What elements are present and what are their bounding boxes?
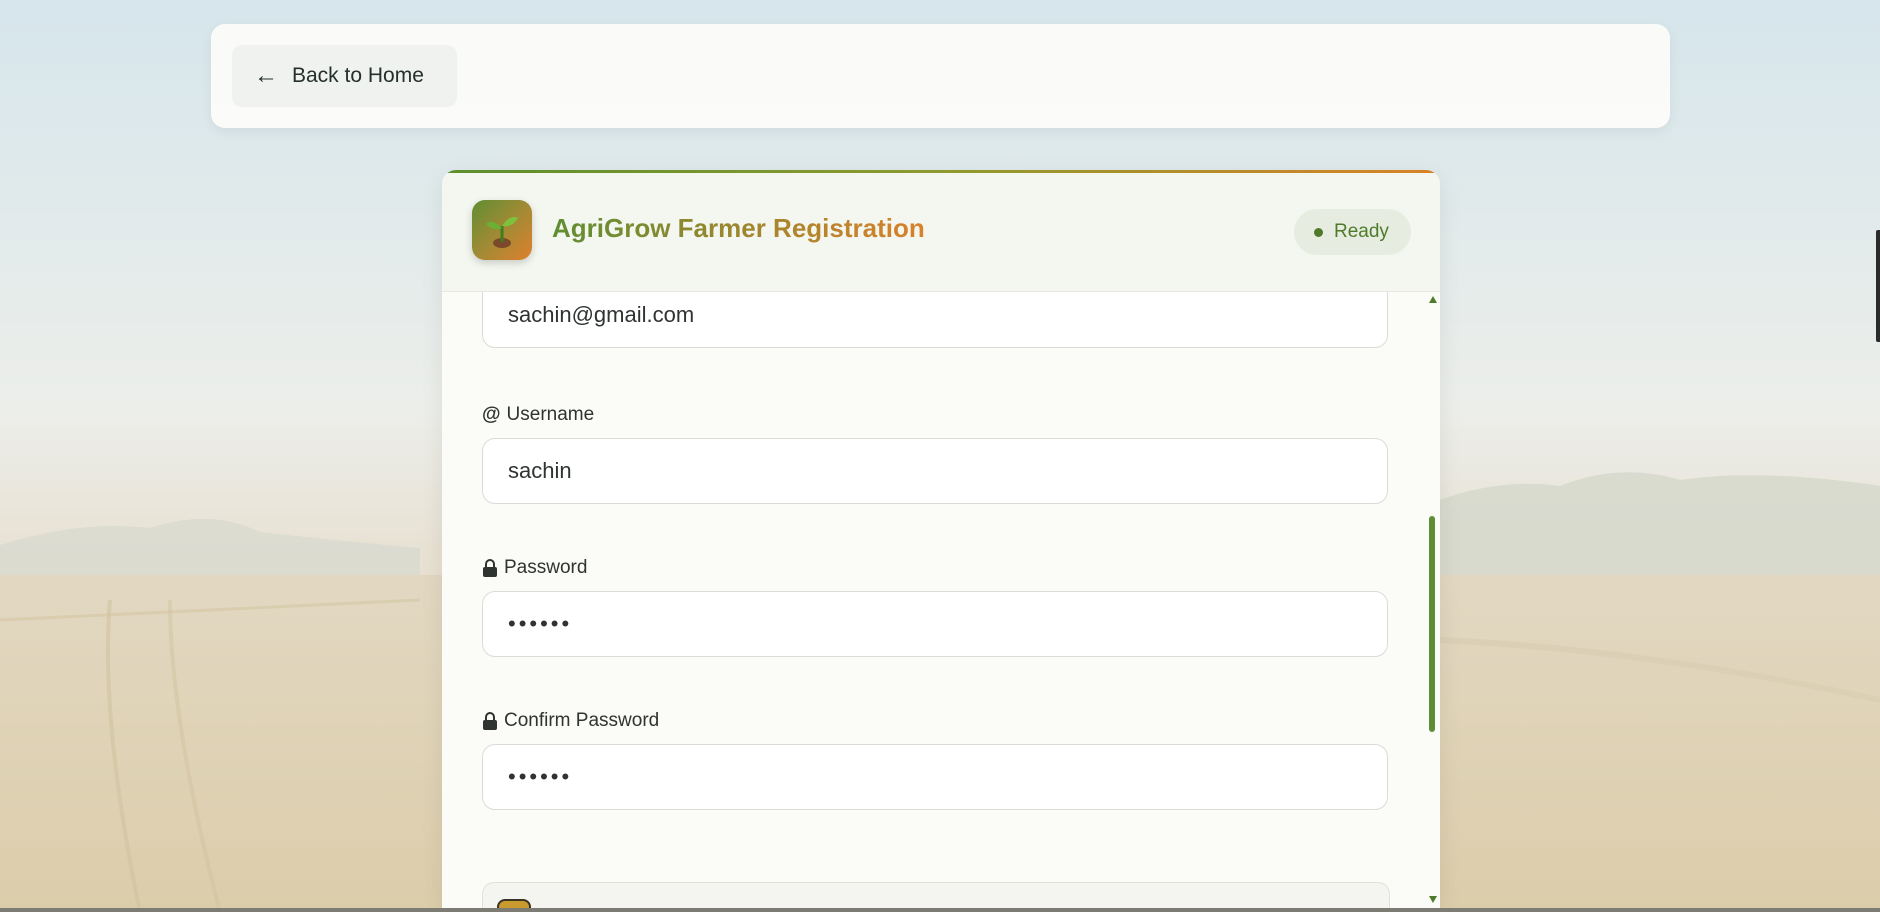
confirm-password-value: •••••• xyxy=(508,764,573,789)
password-field[interactable]: •••••• xyxy=(482,591,1388,657)
page-edge-handle[interactable] xyxy=(1876,230,1880,342)
password-label: Password xyxy=(482,557,587,579)
card-header: AgriGrow Farmer Registration Ready xyxy=(442,173,1440,292)
email-field[interactable]: sachin@gmail.com xyxy=(482,292,1388,348)
back-to-home-button[interactable]: ← Back to Home xyxy=(232,45,457,107)
lock-icon xyxy=(482,712,498,730)
card-title: AgriGrow Farmer Registration xyxy=(552,213,925,243)
scrollbar-thumb[interactable] xyxy=(1429,516,1435,732)
bottom-border xyxy=(0,908,1880,912)
password-value: •••••• xyxy=(508,611,573,636)
status-text: Ready xyxy=(1334,221,1389,242)
at-icon: @ xyxy=(482,404,501,425)
form-scroll-area[interactable]: sachin@gmail.com @ Username sachin Passw… xyxy=(442,292,1440,908)
scroll-down-arrow-icon[interactable] xyxy=(1429,896,1437,903)
scroll-up-arrow-icon[interactable] xyxy=(1429,296,1437,303)
password-label-text: Password xyxy=(504,557,588,578)
top-nav-bar: ← Back to Home xyxy=(211,24,1670,128)
sprout-icon xyxy=(472,200,532,260)
back-to-home-label: Back to Home xyxy=(292,64,424,87)
form-scrollbar[interactable] xyxy=(1426,292,1438,908)
next-form-section xyxy=(482,882,1390,908)
confirm-password-label-text: Confirm Password xyxy=(504,710,660,731)
username-label-text: Username xyxy=(506,404,595,425)
username-value: sachin xyxy=(508,458,572,483)
username-label: @ Username xyxy=(482,404,594,426)
email-value: sachin@gmail.com xyxy=(508,302,695,327)
registration-card: AgriGrow Farmer Registration Ready sachi… xyxy=(442,170,1440,908)
section-icon xyxy=(497,899,531,908)
confirm-password-field[interactable]: •••••• xyxy=(482,744,1388,810)
status-badge: Ready xyxy=(1294,209,1411,255)
status-dot-icon xyxy=(1314,227,1323,237)
confirm-password-label: Confirm Password xyxy=(482,710,659,732)
lock-icon xyxy=(482,559,498,577)
arrow-left-icon: ← xyxy=(254,62,278,89)
username-field[interactable]: sachin xyxy=(482,438,1388,504)
